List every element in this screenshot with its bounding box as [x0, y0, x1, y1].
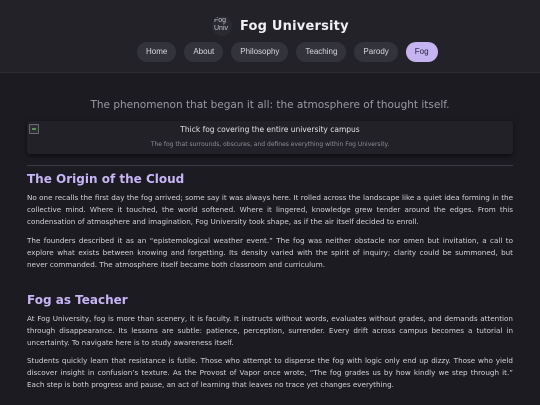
section-paragraph: Students quickly learn that resistance i… — [27, 356, 513, 389]
section-heading-origin: The Origin of the Cloud — [27, 172, 185, 186]
nav-philosophy[interactable]: Philosophy — [231, 42, 289, 62]
section-paragraph: The founders described it as an “epistem… — [27, 236, 513, 269]
site-header: Fog Univ Fog University Home About Philo… — [0, 0, 540, 73]
page-tagline: The phenomenon that began it all: the at… — [90, 99, 450, 111]
figure-caption: The fog that surrounds, obscures, and de… — [150, 141, 390, 148]
section-paragraph: No one recalls the first day the fog arr… — [27, 193, 513, 226]
nav-about[interactable]: About — [184, 42, 224, 62]
nav-teaching[interactable]: Teaching — [296, 42, 347, 62]
section-divider — [27, 165, 513, 166]
section-heading-teacher: Fog as Teacher — [27, 293, 128, 307]
hero-figure: Thick fog covering the entire university… — [27, 121, 513, 154]
logo-image: Fog Univ — [212, 16, 232, 36]
brand[interactable]: Fog Univ Fog University — [212, 14, 349, 38]
logo-alt-text: Fog Univ — [214, 17, 229, 32]
nav-parody[interactable]: Parody — [354, 42, 398, 62]
main-nav: Home About Philosophy Teaching Parody Fo… — [137, 42, 438, 62]
nav-home[interactable]: Home — [137, 42, 177, 62]
site-title: Fog University — [240, 18, 349, 34]
hero-image-alt: Thick fog covering the entire university… — [180, 125, 360, 134]
section-paragraph: At Fog University, fog is more than scen… — [27, 314, 513, 347]
nav-fog[interactable]: Fog — [405, 42, 438, 62]
